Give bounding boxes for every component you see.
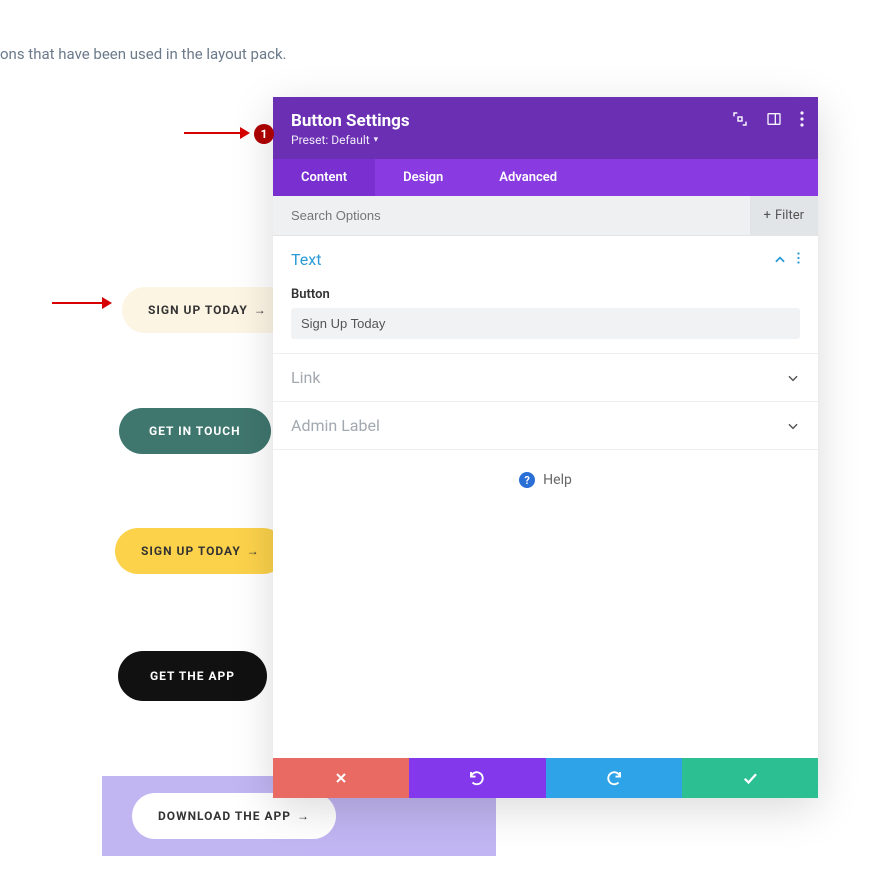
text-field-block: Button — [273, 287, 818, 353]
section-link-header[interactable]: Link — [273, 354, 818, 401]
preset-value: Default — [331, 133, 369, 147]
section-text: Text Button — [273, 236, 818, 354]
button-settings-modal: Button Settings Preset: Default ▾ Conten… — [273, 97, 818, 798]
pointer-arrow-modal — [184, 132, 248, 134]
spacer — [273, 498, 818, 758]
preview-button-signup-yellow[interactable]: SIGN UP TODAY → — [115, 528, 286, 574]
button-label: DOWNLOAD THE APP — [158, 809, 291, 823]
tab-content[interactable]: Content — [273, 159, 375, 196]
preset-selector[interactable]: Preset: Default ▾ — [291, 133, 800, 147]
redo-button[interactable] — [546, 758, 682, 798]
section-link: Link — [273, 354, 818, 402]
arrow-right-icon: → — [247, 544, 260, 558]
tab-row: Content Design Advanced — [273, 159, 818, 196]
preset-label: Preset: — [291, 133, 328, 147]
modal-header: Button Settings Preset: Default ▾ — [273, 97, 818, 159]
chevron-up-icon — [773, 253, 787, 267]
section-admin-title: Admin Label — [291, 416, 380, 435]
save-button[interactable] — [682, 758, 818, 798]
tab-advanced[interactable]: Advanced — [471, 159, 585, 196]
background-text: ons that have been used in the layout pa… — [0, 45, 287, 63]
search-input[interactable] — [291, 208, 750, 223]
preview-button-get-the-app[interactable]: GET THE APP — [118, 651, 267, 701]
expand-icon[interactable] — [732, 111, 748, 127]
button-field-label: Button — [291, 287, 800, 302]
redo-icon — [605, 769, 623, 787]
button-label: SIGN UP TODAY — [141, 544, 241, 558]
cancel-button[interactable] — [273, 758, 409, 798]
plus-icon: + — [764, 208, 771, 223]
kebab-menu-icon[interactable] — [800, 111, 804, 127]
section-link-title: Link — [291, 368, 320, 387]
preview-button-signup-cream[interactable]: SIGN UP TODAY → — [122, 287, 293, 333]
section-kebab-icon[interactable] — [797, 250, 800, 269]
help-row[interactable]: ? Help — [273, 450, 818, 498]
modal-title: Button Settings — [291, 111, 800, 131]
section-admin-label: Admin Label — [273, 402, 818, 450]
arrow-right-icon: → — [297, 809, 310, 823]
arrow-right-icon: → — [254, 303, 267, 317]
help-label: Help — [543, 472, 572, 488]
chevron-down-icon — [786, 419, 800, 433]
button-label: GET IN TOUCH — [149, 424, 241, 438]
help-icon: ? — [519, 472, 535, 488]
annotation-badge-1: 1 — [254, 124, 274, 144]
tab-design[interactable]: Design — [375, 159, 471, 196]
search-row: + Filter — [273, 196, 818, 236]
filter-button[interactable]: + Filter — [750, 196, 818, 235]
button-label: GET THE APP — [150, 669, 235, 683]
header-icons — [732, 111, 804, 127]
caret-down-icon: ▾ — [374, 135, 379, 145]
pointer-arrow-button — [52, 302, 110, 304]
section-admin-header[interactable]: Admin Label — [273, 402, 818, 449]
filter-label: Filter — [775, 208, 804, 223]
section-text-header[interactable]: Text — [273, 236, 818, 283]
check-icon — [741, 769, 759, 787]
preview-button-download-app[interactable]: DOWNLOAD THE APP → — [132, 793, 336, 839]
preview-button-get-in-touch[interactable]: GET IN TOUCH — [119, 408, 271, 454]
close-icon — [333, 770, 349, 786]
undo-button[interactable] — [409, 758, 545, 798]
button-text-input[interactable] — [291, 308, 800, 339]
chevron-down-icon — [786, 371, 800, 385]
modal-footer — [273, 758, 818, 798]
button-label: SIGN UP TODAY — [148, 303, 248, 317]
undo-icon — [468, 769, 486, 787]
section-text-title: Text — [291, 250, 321, 269]
modal-body: Text Button Link — [273, 236, 818, 758]
panel-toggle-icon[interactable] — [766, 111, 782, 127]
